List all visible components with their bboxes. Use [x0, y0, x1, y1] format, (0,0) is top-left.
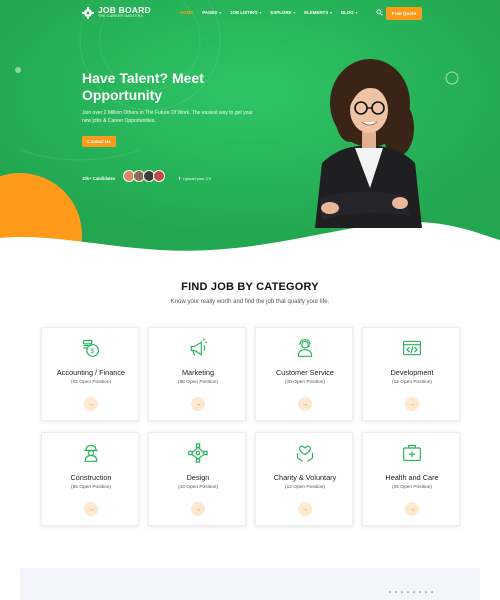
arrow-right-icon[interactable]: → — [84, 502, 98, 516]
menu-label: EXPLORE — [270, 10, 292, 15]
category-count: (55 Open Position) — [71, 485, 111, 490]
upload-icon — [178, 176, 181, 181]
category-name: Design — [186, 473, 210, 482]
category-card-development[interactable]: Development (12 Open Position) → — [362, 327, 460, 421]
category-name: Development — [390, 368, 434, 377]
menu-label: BLOG — [340, 10, 354, 15]
category-card-charity[interactable]: Charity & Voluntary (12 Open Position) → — [255, 432, 353, 526]
upload-label: Upload your CV — [183, 176, 212, 181]
category-card-accounting[interactable]: $ Accounting / Finance (02 Open Position… — [41, 327, 139, 421]
brand-logo[interactable]: JOB BOARD THE CAREER MASTERS — [82, 6, 151, 19]
category-card-customer-service[interactable]: Customer Service (20 Open Position) → — [255, 327, 353, 421]
contact-us-button[interactable]: Contact Us — [82, 136, 116, 147]
hero-background — [0, 0, 500, 255]
upload-cv-link[interactable]: Upload your CV — [177, 176, 211, 181]
menu-label: PAGES — [202, 10, 218, 15]
category-name: Charity & Voluntary — [273, 473, 337, 482]
chevron-down-icon: ▾ — [355, 10, 358, 15]
menu-item-pages[interactable]: PAGES ▾ — [202, 10, 221, 15]
top-navigation: JOB BOARD THE CAREER MASTERS HOME PAGES ▾… — [0, 0, 500, 28]
category-count: (25 Open Position) — [392, 485, 432, 490]
hero-title: Have Talent? Meet Opportunity — [82, 70, 204, 103]
next-section-background — [20, 568, 480, 600]
menu-label: ELEMENTS — [304, 10, 329, 15]
svg-text:$: $ — [91, 348, 95, 355]
candidates-count: 10k+ Candidates — [82, 176, 116, 181]
category-card-marketing[interactable]: Marketing (86 Open Position) → — [148, 327, 246, 421]
menu-item-job-listing[interactable]: JOB LISTING ▾ — [230, 10, 261, 15]
chevron-down-icon: ▾ — [330, 10, 332, 15]
category-count: (12 Open Position) — [392, 380, 432, 385]
menu-label: JOB LISTING — [230, 10, 258, 15]
menu-item-explore[interactable]: EXPLORE ▾ — [270, 10, 295, 15]
menu-item-elements[interactable]: ELEMENTS ▾ — [304, 10, 332, 15]
support-agent-icon — [297, 339, 313, 357]
arrow-right-icon[interactable]: → — [298, 502, 312, 516]
arrow-right-icon[interactable]: → — [84, 397, 98, 411]
arrow-right-icon[interactable]: → — [405, 397, 419, 411]
avatar — [153, 170, 165, 182]
candidate-avatars — [123, 170, 165, 182]
search-icon[interactable] — [376, 9, 383, 16]
dots-decoration-icon — [389, 591, 433, 593]
category-count: (12 Open Position) — [285, 485, 325, 490]
category-count: (86 Open Position) — [178, 380, 218, 385]
money-bag-icon: $ — [82, 339, 100, 357]
brand-subtitle: THE CAREER MASTERS — [98, 14, 144, 18]
category-name: Health and Care — [385, 473, 439, 482]
hero-description: Join over 2 Million Others in The Future… — [82, 110, 253, 124]
category-name: Marketing — [181, 368, 215, 377]
arrow-right-icon[interactable]: → — [191, 502, 205, 516]
menu-item-home[interactable]: HOME — [180, 10, 193, 15]
category-name: Accounting / Finance — [56, 368, 126, 377]
category-name: Customer Service — [276, 368, 334, 377]
category-name: Construction — [70, 473, 112, 482]
chevron-down-icon: ▾ — [259, 10, 262, 15]
category-card-construction[interactable]: Construction (55 Open Position) → — [41, 432, 139, 526]
worker-icon — [84, 444, 98, 462]
menu-label: HOME — [180, 10, 194, 15]
heart-hands-icon — [296, 445, 314, 462]
hero-section: JOB BOARD THE CAREER MASTERS HOME PAGES ▾… — [0, 0, 500, 255]
main-menu: HOME PAGES ▾ JOB LISTING ▾ EXPLORE ▾ ELEMEN… — [180, 10, 366, 15]
code-window-icon — [403, 340, 421, 356]
medical-kit-icon — [403, 444, 421, 462]
arrow-right-icon[interactable]: → — [298, 397, 312, 411]
category-count: (20 Open Position) — [285, 380, 325, 385]
category-card-design[interactable]: Design (43 Open Position) → — [148, 432, 246, 526]
arrow-right-icon[interactable]: → — [405, 502, 419, 516]
brand-title: JOB BOARD — [98, 5, 151, 15]
category-count: (43 Open Position) — [178, 485, 218, 490]
hero-portrait-image — [315, 59, 422, 228]
menu-item-blog[interactable]: BLOG ▾ — [341, 10, 358, 15]
arrow-right-icon[interactable]: → — [191, 397, 205, 411]
chevron-down-icon: ▾ — [219, 10, 222, 15]
section-title: FIND JOB BY CATEGORY — [181, 281, 319, 293]
gear-icon — [82, 6, 94, 19]
free-quote-button[interactable]: Free Quote — [386, 7, 422, 20]
megaphone-icon — [190, 338, 208, 356]
section-subtitle: Know your really worth and find the job … — [170, 299, 330, 305]
category-count: (02 Open Position) — [71, 380, 111, 385]
category-card-health[interactable]: Health and Care (25 Open Position) → — [362, 432, 460, 526]
chevron-down-icon: ▾ — [293, 10, 296, 15]
pen-tool-icon — [188, 443, 208, 463]
